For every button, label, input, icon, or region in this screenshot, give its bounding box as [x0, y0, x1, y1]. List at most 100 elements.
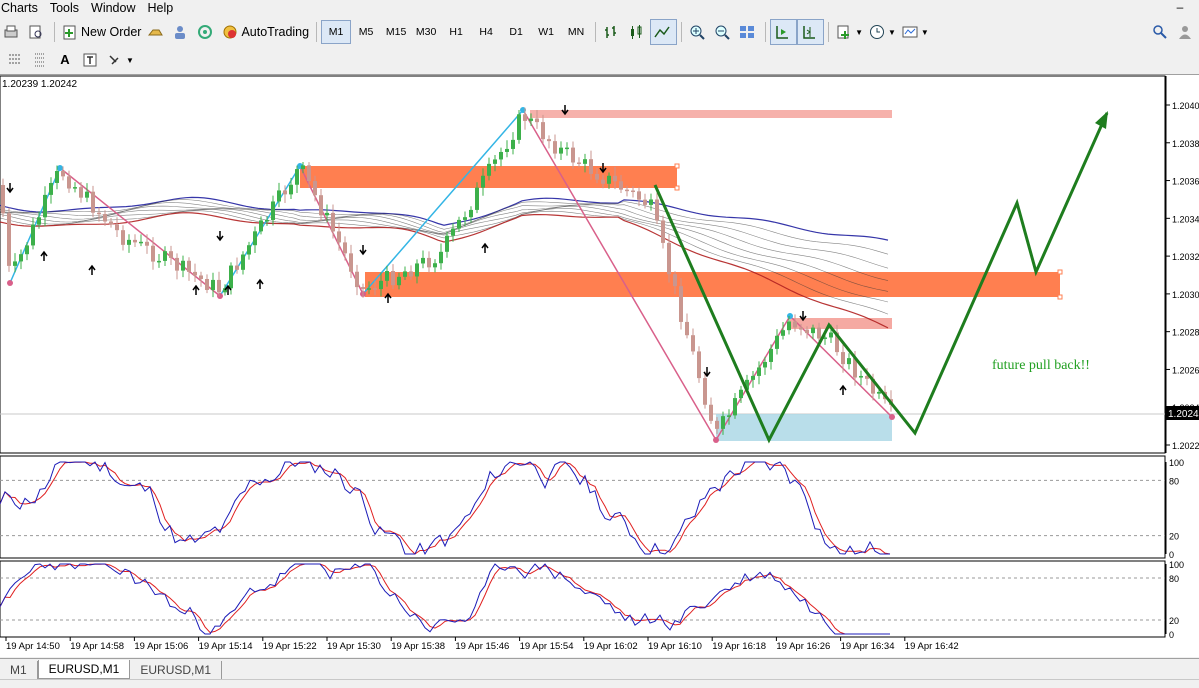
timeframe-d1[interactable]: D1 — [501, 20, 531, 44]
candle-body — [427, 257, 431, 268]
zigzag-pivot — [7, 280, 13, 286]
template-icon — [902, 24, 918, 40]
candle-body — [385, 271, 389, 281]
line-chart-button[interactable] — [650, 19, 678, 45]
candle-body — [421, 257, 425, 264]
text-tool-button[interactable]: A — [54, 48, 79, 72]
candle-body — [343, 242, 347, 254]
menu-window[interactable]: Window — [85, 0, 141, 16]
zone-handle — [674, 163, 680, 169]
candle-body — [115, 224, 119, 231]
candle-body — [697, 351, 701, 379]
navigator-button[interactable] — [169, 20, 194, 44]
candle-body — [229, 265, 233, 289]
minimize-icon[interactable]: – — [1161, 0, 1199, 14]
candle-body — [721, 416, 725, 429]
candle-body — [577, 162, 581, 165]
candle-body — [277, 190, 281, 202]
zoom-in-button[interactable] — [686, 20, 711, 44]
fibonacci-icon — [7, 52, 23, 68]
price-tick-label: 1.2038 — [1172, 139, 1199, 149]
chart-tabs: M1 EURUSD,M1 EURUSD,M1 — [0, 658, 1199, 679]
tile-windows-button[interactable] — [736, 20, 761, 44]
timeframe-h4[interactable]: H4 — [471, 20, 501, 44]
chart-window[interactable]: 1.20239 1.20242 future pull back!! 1.204… — [0, 75, 1199, 657]
timeframe-m1[interactable]: M1 — [321, 20, 352, 44]
candle-body — [445, 235, 449, 252]
price-tick-label: 1.2022 — [1172, 441, 1199, 451]
candle-body — [79, 187, 83, 198]
candle-body — [373, 288, 377, 290]
timeframe-m15[interactable]: M15 — [381, 20, 411, 44]
candle-body — [673, 274, 677, 287]
candle-body — [847, 358, 851, 365]
candle-body — [439, 251, 443, 264]
toolbar-separator — [54, 22, 55, 42]
candle-body — [235, 265, 239, 270]
price-tick-label: 1.2030 — [1172, 290, 1199, 300]
candle-body — [109, 221, 113, 225]
candle-body — [433, 263, 437, 268]
candle-body — [43, 194, 47, 218]
candle-body — [811, 327, 815, 334]
candle-body — [163, 251, 167, 261]
autotrading-button[interactable]: AutoTrading — [219, 20, 312, 44]
menu-tools[interactable]: Tools — [44, 0, 85, 16]
autotrading-icon — [222, 24, 238, 40]
candle-body — [313, 181, 317, 196]
candle-body — [1, 185, 5, 214]
candle-body — [325, 212, 329, 216]
market-watch-button[interactable] — [144, 20, 169, 44]
menu-charts[interactable]: Charts — [0, 0, 44, 16]
price-chart[interactable]: 1.20239 1.20242 future pull back!! 1.204… — [0, 75, 1199, 657]
candle-body — [619, 181, 623, 190]
ohlc-readout: 1.20239 1.20242 — [2, 79, 78, 90]
timeframe-w1[interactable]: W1 — [531, 20, 561, 44]
candle-body — [553, 141, 557, 154]
candlestick-button[interactable] — [625, 20, 650, 44]
timeframe-m5[interactable]: M5 — [351, 20, 381, 44]
candle-body — [859, 375, 863, 378]
toolbar-separator — [316, 22, 318, 42]
menu-help[interactable]: Help — [141, 0, 179, 16]
candle-body — [301, 165, 305, 170]
candle-body — [145, 241, 149, 246]
timeframe-h1[interactable]: H1 — [441, 20, 471, 44]
print-preview-button[interactable] — [25, 20, 50, 44]
chart-shift-button[interactable] — [797, 19, 825, 45]
candle-body — [13, 261, 17, 266]
periods-button[interactable]: ▼ — [866, 20, 899, 44]
search-button[interactable] — [1149, 20, 1174, 44]
stochastic-2-level-label: 100 — [1169, 560, 1184, 570]
text-label-button[interactable] — [79, 48, 104, 72]
fibo-expansion-button[interactable] — [29, 48, 54, 72]
arrows-tool-button[interactable]: ▼ — [104, 48, 137, 72]
chart-shift-icon — [801, 24, 817, 40]
timeframe-m30[interactable]: M30 — [411, 20, 441, 44]
time-tick-label: 19 Apr 16:26 — [776, 641, 830, 652]
candle-body — [529, 118, 533, 121]
tab-chart-1[interactable]: M1 — [0, 661, 38, 679]
timeframe-mn[interactable]: MN — [561, 20, 591, 44]
tab-chart-3[interactable]: EURUSD,M1 — [130, 661, 223, 679]
candle-body — [295, 169, 299, 185]
signals-button[interactable] — [194, 20, 219, 44]
candle-body — [151, 245, 155, 262]
candle-body — [493, 159, 497, 164]
candle-body — [91, 191, 95, 213]
demand-zone — [716, 414, 892, 441]
account-button[interactable] — [1174, 20, 1199, 44]
auto-scroll-button[interactable] — [770, 19, 798, 45]
indicators-button[interactable]: ▼ — [833, 20, 866, 44]
bar-chart-button[interactable] — [600, 20, 625, 44]
candle-body — [7, 213, 11, 266]
tab-chart-2[interactable]: EURUSD,M1 — [37, 660, 131, 679]
new-order-button[interactable]: New Order — [59, 20, 144, 44]
new-order-label: New Order — [81, 25, 142, 39]
zoom-out-button[interactable] — [711, 20, 736, 44]
candle-body — [667, 242, 671, 275]
templates-button[interactable]: ▼ — [899, 20, 932, 44]
fibo-tool-button[interactable] — [4, 48, 29, 72]
price-tick-label: 1.2028 — [1172, 328, 1199, 338]
open-data-button[interactable] — [0, 20, 25, 44]
